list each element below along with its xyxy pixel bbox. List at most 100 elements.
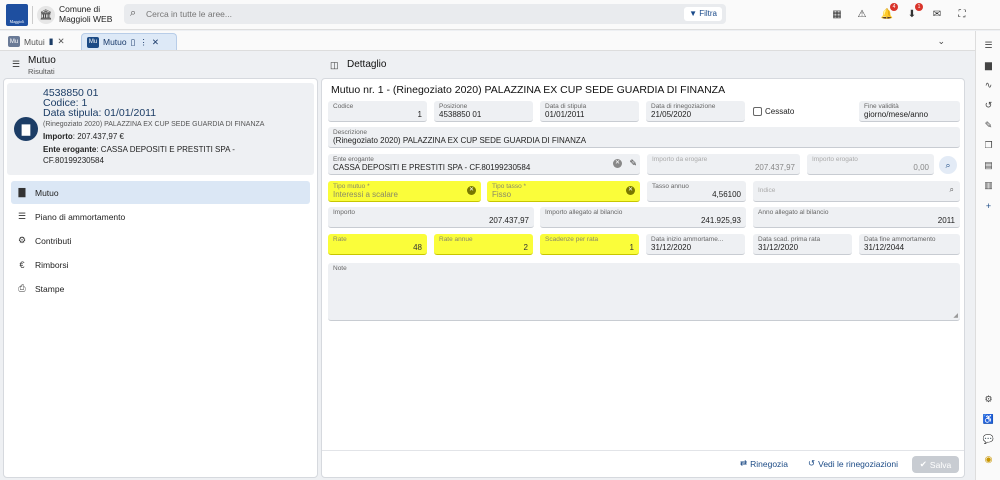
tab-mutui[interactable]: Mu Mutui ▮ ✕	[3, 33, 76, 50]
panel-icon[interactable]: ◫	[330, 60, 339, 71]
menu-label: Contributi	[35, 235, 72, 246]
global-search[interactable]: ⌕ ▼ Filtra	[124, 4, 726, 24]
close-icon[interactable]: ✕	[152, 37, 159, 48]
history-icon[interactable]: ↺	[982, 99, 995, 112]
menu-item-contributi[interactable]: ⚙ Contributi	[11, 229, 310, 252]
importo-field[interactable]: Importo 207.437,97	[328, 207, 534, 228]
list-icon: ☰	[17, 211, 27, 221]
data-inizio-ammortamento-field[interactable]: Data inizio ammortame... 31/12/2020	[646, 234, 745, 255]
codice-field[interactable]: Codice 1	[328, 101, 427, 122]
menu-item-mutuo[interactable]: ▇ Mutuo	[11, 181, 310, 204]
copy-icon[interactable]: ❐	[982, 139, 995, 152]
resize-handle-icon[interactable]: ◢	[953, 312, 958, 319]
field-label: Importo da erogare	[652, 156, 708, 163]
divider	[32, 6, 33, 24]
fine-validita-field[interactable]: Fine validità giorno/mese/anno	[859, 101, 960, 122]
clear-icon[interactable]: ✕	[467, 186, 476, 195]
settings-icon[interactable]: ⚙	[982, 393, 995, 406]
descrizione-field[interactable]: Descrizione (Rinegoziato 2020) PALAZZINA…	[328, 127, 960, 148]
help-icon[interactable]: ◉	[982, 453, 995, 466]
indice-field[interactable]: Indice ⌕	[753, 181, 960, 202]
list-icon[interactable]: ☰	[982, 39, 995, 52]
cessato-checkbox[interactable]	[753, 107, 762, 116]
search-button[interactable]: ⌕	[939, 156, 957, 174]
tab-row: Mu Mutui ▮ ✕ Mu Mutuo ▯ ⋮ ✕ ⌄	[0, 31, 975, 51]
add-icon[interactable]: +	[982, 199, 995, 212]
accessibility-icon[interactable]: ♿	[982, 413, 995, 426]
data-stipula-field[interactable]: Data di stipula 01/01/2011	[540, 101, 639, 122]
building-icon[interactable]: 🏛	[37, 6, 55, 24]
clear-icon[interactable]: ✕	[613, 159, 622, 168]
doc-edit-icon[interactable]: ▤	[982, 159, 995, 172]
importo-da-erogare-field: Importo da erogare 207.437,97	[647, 154, 800, 175]
salva-button[interactable]: ✔ Salva	[912, 456, 959, 473]
download-icon[interactable]: ⬇ 1	[904, 3, 923, 22]
note-textarea[interactable]: Note ◢	[328, 263, 960, 321]
menu-item-rimborsi[interactable]: € Rimborsi	[11, 253, 310, 276]
euro-icon: €	[19, 259, 25, 270]
rinegozia-button[interactable]: ⇄ Rinegozia	[740, 458, 788, 469]
tipo-mutuo-select[interactable]: Tipo mutuo * Interessi a scalare ✕	[328, 181, 481, 202]
fullscreen-icon[interactable]: ⛶	[954, 6, 970, 22]
field-value: 1	[417, 110, 422, 119]
logo-text: Maggioli	[9, 19, 25, 24]
data-rinegoziazione-field[interactable]: Data di rinegoziazione 21/05/2020	[646, 101, 745, 122]
field-label: Data di rinegoziazione	[651, 103, 716, 110]
menu-item-piano-ammortamento[interactable]: ☰ Piano di ammortamento	[11, 205, 310, 228]
field-label: Importo	[333, 209, 356, 216]
bookmark-icon[interactable]: ▮	[49, 36, 54, 47]
search-input[interactable]	[146, 7, 666, 21]
edit-icon[interactable]: ✎	[629, 158, 637, 169]
field-value: 31/12/2044	[864, 243, 905, 252]
anno-allegato-field[interactable]: Anno allegato al bilancio 2011	[753, 207, 960, 228]
field-value: 241.925,93	[700, 216, 741, 225]
bell-icon[interactable]: 🔔 4	[879, 3, 898, 22]
list-icon[interactable]: ☰	[12, 59, 20, 70]
detail-header: ◫ Dettaglio	[320, 52, 974, 78]
ente-label: Ente erogante	[43, 145, 97, 154]
top-icons: ▦ ⚠ 🔔 4 ⬇ 1 ✉ ⛶	[829, 3, 970, 22]
scadenze-per-rata-field[interactable]: Scadenze per rata 1	[540, 234, 639, 255]
field-label: Tipo tasso *	[492, 183, 527, 190]
cessato-label: Cessato	[765, 107, 795, 116]
rate-annue-field[interactable]: Rate annue 2	[434, 234, 533, 255]
detail-footer: ⇄ Rinegozia ↺ Vedi le rinegoziazioni ✔ Salv…	[322, 450, 964, 477]
data-scad-prima-rata-field[interactable]: Data scad. prima rata 31/12/2020	[753, 234, 852, 255]
filter-button[interactable]: ▼ Filtra	[684, 7, 722, 21]
warning-icon[interactable]: ⚠	[854, 6, 870, 22]
menu-label: Mutuo	[35, 187, 59, 198]
mail-icon[interactable]: ✉	[929, 6, 945, 22]
search-icon[interactable]: ⌕	[950, 185, 954, 195]
right-rail: ☰ ▆ ∿ ↺ ✎ ❐ ▤ ▥ + ⚙ ♿ 💬 ◉	[975, 31, 1000, 480]
grid-icon[interactable]: ▦	[829, 6, 845, 22]
tab-mutuo[interactable]: Mu Mutuo ▯ ⋮ ✕	[81, 33, 177, 50]
field-label: Data inizio ammortame...	[651, 236, 724, 243]
field-label: Indice	[758, 187, 776, 194]
book-icon[interactable]: ▆	[982, 59, 995, 72]
search-icon: ⌕	[130, 7, 137, 19]
vedi-rinegoziazioni-button[interactable]: ↺ Vedi le rinegoziazioni	[808, 458, 898, 469]
maggioli-logo[interactable]: Maggioli	[6, 4, 28, 26]
chat-icon[interactable]: 💬	[982, 433, 995, 446]
chevron-down-icon[interactable]: ⌄	[937, 36, 945, 47]
file-icon[interactable]: ▥	[982, 179, 995, 192]
bookmark-outline-icon[interactable]: ▯	[131, 37, 136, 48]
tool-icon[interactable]: ✎	[982, 119, 995, 132]
button-label: Vedi le rinegoziazioni	[818, 458, 898, 469]
ente-erogante-field[interactable]: Ente erogante CASSA DEPOSITI E PRESTITI …	[328, 154, 640, 175]
chart-icon[interactable]: ∿	[982, 79, 995, 92]
left-header: ☰ Mutuo Risultati	[0, 52, 318, 78]
clear-icon[interactable]: ✕	[626, 186, 635, 195]
org-name[interactable]: Comune di Maggioli WEB	[59, 4, 123, 24]
menu-item-stampe[interactable]: ⎙ Stampe	[11, 277, 310, 300]
close-icon[interactable]: ✕	[57, 36, 64, 47]
button-label: Rinegozia	[750, 458, 788, 469]
left-card: ▇ 4538850 01 Codice: 1 Data stipula: 01/…	[3, 78, 318, 478]
rate-field[interactable]: Rate 48	[328, 234, 427, 255]
data-fine-ammortamento-field[interactable]: Data fine ammortamento 31/12/2044	[859, 234, 960, 255]
tasso-annuo-field[interactable]: Tasso annuo 4,56100	[647, 181, 746, 202]
more-icon[interactable]: ⋮	[139, 37, 148, 48]
importo-allegato-field[interactable]: Importo allegato al bilancio 241.925,93	[540, 207, 746, 228]
tipo-tasso-select[interactable]: Tipo tasso * Fisso ✕	[487, 181, 640, 202]
posizione-field[interactable]: Posizione 4538850 01	[434, 101, 533, 122]
